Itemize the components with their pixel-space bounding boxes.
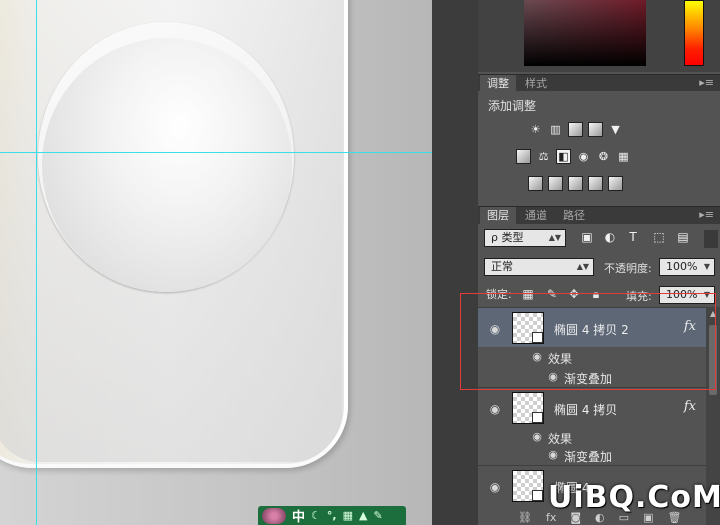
blend-mode-value: 正常 xyxy=(491,260,513,273)
adjustments-panel: 添加调整 ☀ ▥ ▼ ⚖ ◧ ◉ ❂ ▦ xyxy=(478,91,720,203)
color-lookup-icon[interactable]: ▦ xyxy=(616,149,631,164)
chevron-down-icon: ▼ xyxy=(703,262,710,271)
black-white-icon[interactable]: ◧ xyxy=(556,149,571,164)
panel-menu-icon[interactable]: ▸≡ xyxy=(699,76,714,89)
panels-dock: 调整 样式 ▸≡ 添加调整 ☀ ▥ ▼ ⚖ ◧ ◉ ❂ ▦ 图层 通道 路径 ▸… xyxy=(478,0,720,525)
layer-thumbnail[interactable] xyxy=(512,392,544,424)
layer-filter-select[interactable]: ρ 类型 ▲▼ xyxy=(484,229,566,247)
ime-toolbar[interactable]: 中 ☾ °, ▦ ▲ ✎ xyxy=(258,506,406,525)
keyboard-icon[interactable]: ▦ xyxy=(343,509,353,522)
adjustments-row-2: ⚖ ◧ ◉ ❂ ▦ xyxy=(516,149,631,164)
layer-thumbnail[interactable] xyxy=(512,470,544,502)
filter-smart-object-icon[interactable]: ▤ xyxy=(676,230,690,244)
photo-filter-icon[interactable]: ◉ xyxy=(576,149,591,164)
punctuation-icon[interactable]: °, xyxy=(327,509,337,522)
vertical-guide[interactable] xyxy=(36,0,37,525)
opacity-label: 不透明度: xyxy=(604,262,652,275)
tab-channels[interactable]: 通道 xyxy=(518,207,554,225)
layers-tabbar: 图层 通道 路径 ▸≡ xyxy=(478,206,720,225)
posterize-icon[interactable] xyxy=(548,176,563,191)
ime-logo-icon xyxy=(262,507,286,524)
moon-icon[interactable]: ☾ xyxy=(311,509,321,522)
horizontal-guide[interactable] xyxy=(0,152,432,153)
layer-row[interactable]: ◉ 椭圆 4 拷贝 fx xyxy=(478,387,706,427)
filter-adjustment-icon[interactable]: ◐ xyxy=(603,230,617,244)
ime-chinese-mode-icon[interactable]: 中 xyxy=(292,506,305,525)
channel-mixer-icon[interactable]: ❂ xyxy=(596,149,611,164)
hue-slider[interactable] xyxy=(684,0,704,66)
layer-name[interactable]: 椭圆 4 拷贝 xyxy=(554,401,617,418)
vector-mask-icon xyxy=(532,490,543,501)
circle-shape-inner xyxy=(42,38,292,292)
tab-paths[interactable]: 路径 xyxy=(556,207,592,225)
panel-menu-icon[interactable]: ▸≡ xyxy=(699,208,714,221)
wrench-icon[interactable]: ✎ xyxy=(373,509,382,522)
gradient-map-icon[interactable] xyxy=(608,176,623,191)
selective-color-icon[interactable] xyxy=(588,176,603,191)
curves-icon[interactable] xyxy=(568,122,583,137)
effect-row[interactable]: ◉ 渐变叠加 xyxy=(478,445,706,464)
hue-saturation-icon[interactable] xyxy=(516,149,531,164)
color-field[interactable] xyxy=(524,0,646,66)
threshold-icon[interactable] xyxy=(568,176,583,191)
document-canvas[interactable]: 中 ☾ °, ▦ ▲ ✎ xyxy=(0,0,432,525)
opacity-value: 100% xyxy=(666,260,698,273)
eye-icon[interactable]: ◉ xyxy=(546,448,560,462)
effects-row[interactable]: ◉ 效果 xyxy=(478,427,706,446)
blend-mode-select[interactable]: 正常 ▲▼ xyxy=(484,258,594,276)
adjustments-row-1: ☀ ▥ ▼ xyxy=(528,122,623,137)
layer-filter-value: ρ 类型 xyxy=(491,231,524,244)
filter-type-icon[interactable]: T xyxy=(626,230,640,244)
panel-dock-gutter xyxy=(432,0,478,525)
chevron-down-icon: ▲▼ xyxy=(576,262,589,271)
vibrance-icon[interactable]: ▼ xyxy=(608,122,623,137)
vector-mask-icon xyxy=(532,412,543,423)
adjustments-title: 添加调整 xyxy=(488,99,537,113)
invert-icon[interactable] xyxy=(528,176,543,191)
fx-icon[interactable]: fx xyxy=(684,399,696,414)
color-balance-icon[interactable]: ⚖ xyxy=(536,149,551,164)
brightness-icon[interactable]: ☀ xyxy=(528,122,543,137)
filter-shape-icon[interactable]: ⬚ xyxy=(652,230,666,244)
eye-icon[interactable]: ◉ xyxy=(530,430,544,444)
watermark: UiBQ.CoM xyxy=(548,480,720,520)
adjustments-tabbar: 调整 样式 ▸≡ xyxy=(478,74,720,93)
opacity-field[interactable]: 100% ▼ xyxy=(659,258,715,276)
tab-layers[interactable]: 图层 xyxy=(480,207,516,225)
chevron-down-icon: ▲▼ xyxy=(548,233,561,242)
levels-icon[interactable]: ▥ xyxy=(548,122,563,137)
filter-pixel-icon[interactable]: ▣ xyxy=(580,230,594,244)
watermark-text: UiBQ.CoM xyxy=(548,480,720,515)
eye-icon[interactable]: ◉ xyxy=(488,480,502,494)
color-picker-panel xyxy=(478,0,720,72)
exposure-icon[interactable] xyxy=(588,122,603,137)
eye-icon[interactable]: ◉ xyxy=(488,402,502,416)
user-icon[interactable]: ▲ xyxy=(359,509,367,522)
link-icon[interactable]: ⛓ xyxy=(518,511,532,525)
adjustments-row-3 xyxy=(528,176,623,191)
effect-gradient-overlay: 渐变叠加 xyxy=(564,450,613,464)
filter-toggle[interactable] xyxy=(704,230,718,248)
annotation-highlight-box xyxy=(460,293,716,390)
